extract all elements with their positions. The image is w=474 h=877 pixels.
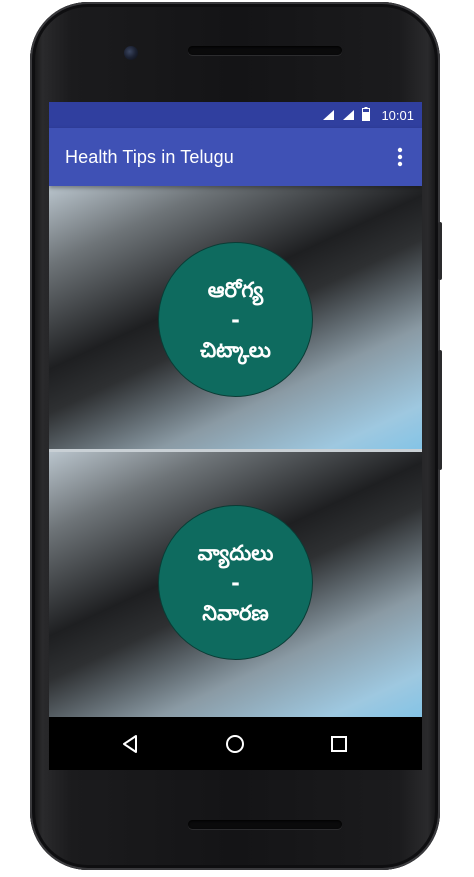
recents-icon bbox=[331, 736, 347, 752]
health-tips-panel: ఆరోగ్య - చిట్కాలు bbox=[49, 186, 422, 449]
navigation-bar bbox=[49, 717, 422, 770]
disease-prevention-label-line1: వ్యాదులు bbox=[197, 540, 274, 565]
disease-prevention-panel: వ్యాదులు - నివారణ bbox=[49, 452, 422, 717]
app-title: Health Tips in Telugu bbox=[65, 147, 234, 167]
home-button[interactable] bbox=[221, 730, 249, 758]
health-tips-label-line1: ఆరోగ్య bbox=[207, 277, 264, 302]
status-time: 10:01 bbox=[381, 107, 414, 123]
power-button bbox=[438, 222, 442, 280]
device-mockup: 10:01 Health Tips in Telugu ఆరోగ్య - చిట… bbox=[0, 0, 474, 877]
health-tips-button[interactable]: ఆరోగ్య - చిట్కాలు bbox=[158, 242, 313, 397]
earpiece-speaker bbox=[188, 46, 342, 55]
cell-signal-icon bbox=[342, 106, 355, 125]
volume-button bbox=[438, 350, 442, 470]
app-bar: Health Tips in Telugu bbox=[49, 128, 422, 186]
back-icon bbox=[123, 735, 137, 753]
home-icon bbox=[226, 735, 244, 753]
status-icons: 10:01 bbox=[322, 102, 414, 128]
health-tips-label-separator: - bbox=[231, 307, 240, 332]
overflow-menu-icon bbox=[397, 147, 403, 167]
back-button[interactable] bbox=[116, 730, 144, 758]
bottom-speaker bbox=[188, 820, 342, 829]
overflow-menu-button[interactable] bbox=[388, 145, 412, 169]
front-camera bbox=[124, 46, 138, 60]
battery-icon bbox=[362, 106, 371, 125]
screen: 10:01 Health Tips in Telugu ఆరోగ్య - చిట… bbox=[49, 102, 422, 770]
disease-prevention-label-separator: - bbox=[231, 570, 240, 595]
disease-prevention-label-line2: నివారణ bbox=[202, 600, 269, 625]
status-bar: 10:01 bbox=[49, 102, 422, 128]
disease-prevention-button[interactable]: వ్యాదులు - నివారణ bbox=[158, 505, 313, 660]
health-tips-label-line2: చిట్కాలు bbox=[200, 337, 271, 362]
wifi-icon bbox=[322, 106, 335, 125]
recents-button[interactable] bbox=[325, 730, 353, 758]
